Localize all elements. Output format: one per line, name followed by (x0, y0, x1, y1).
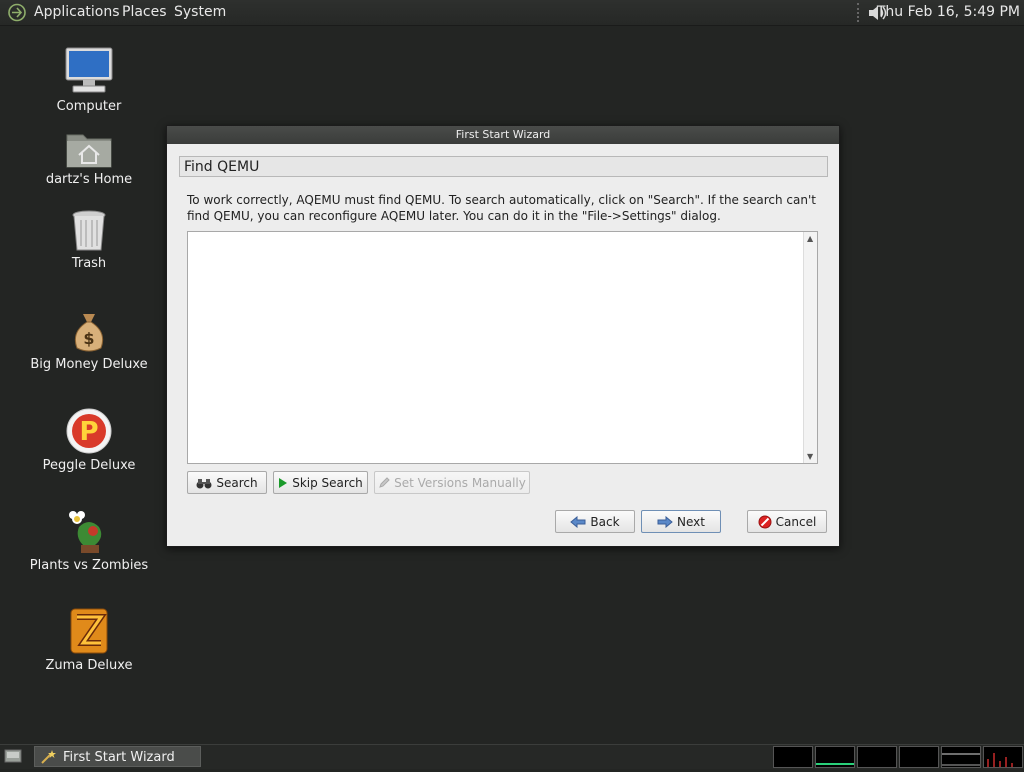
desktop-icon-label: dartz's Home (45, 172, 133, 187)
window-titlebar[interactable]: First Start Wizard (167, 126, 839, 144)
menu-places[interactable]: Places (122, 4, 167, 20)
home-folder-icon (66, 134, 112, 168)
set-versions-button-label: Set Versions Manually (394, 475, 526, 490)
desktop-icon-peggle[interactable]: P Peggle Deluxe (19, 407, 159, 473)
clock[interactable]: Thu Feb 16, 5:49 PM (877, 4, 1020, 20)
page-header: Find QEMU (179, 156, 828, 177)
show-desktop-icon[interactable] (4, 748, 22, 767)
memory-monitor[interactable] (815, 746, 855, 768)
money-bag-icon: $ (74, 314, 104, 352)
back-button[interactable]: Back (555, 510, 635, 533)
desktop-icon-label: Plants vs Zombies (29, 558, 149, 573)
desktop-icon-label: Big Money Deluxe (30, 357, 148, 372)
taskbar-item-first-start-wizard[interactable]: First Start Wizard (34, 746, 201, 767)
desktop-icon-label: Zuma Deluxe (45, 658, 133, 673)
skip-search-button[interactable]: Skip Search (273, 471, 368, 494)
window-title: First Start Wizard (455, 128, 551, 141)
svg-text:P: P (79, 417, 98, 447)
search-output-textarea[interactable]: ▲ ▼ (187, 231, 818, 464)
wizard-wand-icon (40, 749, 58, 772)
back-button-label: Back (590, 514, 620, 529)
svg-text:$: $ (83, 329, 94, 348)
menu-system[interactable]: System (174, 4, 226, 20)
taskbar-item-label: First Start Wizard (63, 750, 175, 765)
arrow-right-icon (657, 515, 673, 528)
desktop-icon-label: Peggle Deluxe (42, 458, 136, 473)
peggle-icon: P (66, 408, 112, 454)
cancel-button[interactable]: Cancel (747, 510, 827, 533)
zuma-icon (70, 608, 108, 654)
plants-icon (69, 511, 102, 553)
computer-icon (65, 47, 113, 93)
trash-icon (72, 210, 106, 251)
scroll-down-arrow-icon[interactable]: ▼ (807, 452, 813, 461)
arrow-left-icon (570, 515, 586, 528)
panel-separator (857, 3, 862, 22)
desktop-icon-big-money[interactable]: $ Big Money Deluxe (19, 310, 159, 372)
swap-monitor[interactable] (899, 746, 939, 768)
desktop-icon-label: Trash (71, 256, 107, 271)
first-start-wizard-window: First Start Wizard Find QEMU To work cor… (166, 125, 840, 547)
search-button-label: Search (216, 475, 258, 490)
desktop-icon-zuma[interactable]: Zuma Deluxe (19, 607, 159, 673)
bottom-panel: First Start Wizard (0, 744, 1024, 769)
binoculars-icon (196, 478, 212, 488)
cancel-button-label: Cancel (775, 514, 817, 529)
pencil-icon (379, 476, 390, 488)
desktop-icon-plants[interactable]: Plants vs Zombies (19, 507, 159, 573)
next-button[interactable]: Next (641, 510, 721, 533)
menu-applications[interactable]: Applications (34, 4, 120, 20)
network-monitor[interactable] (857, 746, 897, 768)
top-panel: Applications Places System Thu Feb 16, 5… (0, 0, 1024, 26)
desktop-icon-home[interactable]: dartz's Home (19, 129, 159, 187)
cpu-monitor[interactable] (773, 746, 813, 768)
vertical-scrollbar[interactable]: ▲ ▼ (803, 232, 817, 463)
search-button[interactable]: Search (187, 471, 267, 494)
skip-search-button-label: Skip Search (292, 475, 363, 490)
description-text: To work correctly, AQEMU must find QEMU.… (187, 193, 816, 223)
desktop-icon-computer[interactable]: Computer (19, 46, 159, 114)
app-logo-icon[interactable] (7, 3, 27, 26)
load-monitor[interactable] (941, 746, 981, 768)
desktop-icon-label: Computer (56, 99, 122, 114)
desktop-icon-trash[interactable]: Trash (19, 209, 159, 271)
disk-monitor[interactable] (983, 746, 1023, 768)
set-versions-manually-button[interactable]: Set Versions Manually (374, 471, 530, 494)
cancel-icon (758, 515, 772, 528)
scroll-up-arrow-icon[interactable]: ▲ (807, 234, 813, 243)
play-icon (279, 477, 288, 488)
next-button-label: Next (677, 514, 705, 529)
